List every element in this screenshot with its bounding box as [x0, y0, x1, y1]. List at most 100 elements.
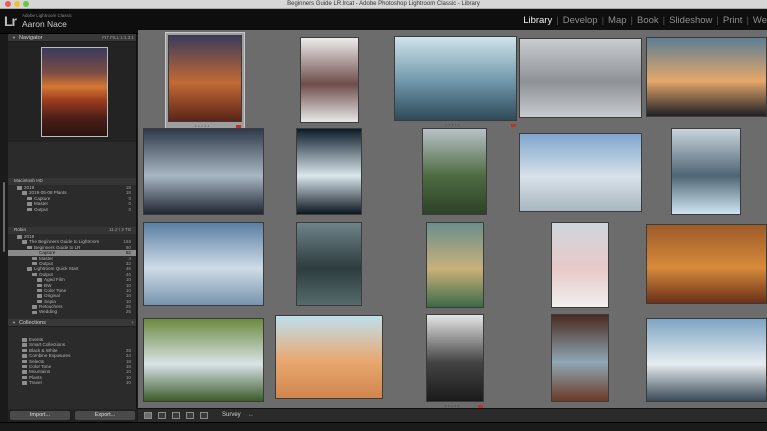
module-picker: Library | Develop | Map | Book | Slideshow | Print…	[523, 15, 767, 26]
volume-size: 11.2 / 2 TB	[108, 227, 131, 232]
navigator-header[interactable]: ▼ Navigator FIT FILL 1:1 3:1	[8, 34, 136, 42]
navigator-title: Navigator	[18, 35, 43, 41]
photo-thumbnail-aerial-snowy-trees[interactable]	[519, 38, 642, 118]
photo-thumbnail-coastal-cove[interactable]	[426, 222, 484, 308]
photo-thumbnail-black-white-tree[interactable]	[426, 314, 484, 402]
title-bar: Beginners Guide LR.lrcat - Adobe Photosh…	[0, 0, 767, 9]
folder-icon	[32, 310, 37, 314]
photo-thumbnail-rock-arch-lake[interactable]	[551, 314, 609, 402]
folder-icon	[22, 370, 27, 374]
left-panel-edge	[0, 34, 8, 431]
collection-row-label: Travel	[29, 380, 42, 386]
folder-icon	[22, 191, 27, 195]
folder-icon	[22, 348, 27, 353]
folder-row-label: 2019	[24, 234, 35, 239]
user-name: Aaron Nace	[22, 19, 67, 29]
photo-thumbnail-snowy-rock-outcrop[interactable]	[300, 37, 359, 123]
folder-icon	[22, 381, 27, 385]
collection-row[interactable]: Travel 10	[8, 380, 136, 386]
photo-thumbnail-frosted-trees-field[interactable]	[519, 133, 642, 212]
folder-icon	[22, 343, 27, 347]
collapse-triangle-icon: ▼	[12, 35, 16, 40]
folder-row-label: Output	[34, 206, 48, 212]
module-library[interactable]: Library	[523, 15, 552, 26]
folder-icon	[22, 359, 27, 364]
module-separator: |	[746, 15, 749, 26]
folder-icon	[32, 305, 37, 309]
folder-icon	[22, 240, 27, 244]
grid-view[interactable]: • • • • • • • • • • • • • • •	[138, 30, 767, 408]
module-print[interactable]: Print	[723, 15, 743, 26]
folder-row-label: Sepia	[44, 298, 56, 304]
navigator-zoom-options[interactable]: FIT FILL 1:1 3:1	[102, 34, 134, 42]
people-view-button[interactable]	[200, 412, 208, 419]
filmstrip-bar	[0, 422, 767, 431]
volume-macintosh-hd[interactable]: Macintosh HD	[8, 178, 136, 185]
folder-row-count: 0	[128, 206, 131, 212]
collection-row-label: Black & White	[29, 347, 58, 353]
add-collection-icon[interactable]: +	[131, 319, 134, 327]
folder-icon	[27, 196, 32, 201]
folder-icon	[37, 299, 42, 304]
folder-row[interactable]: Output 0	[8, 206, 136, 212]
import-button[interactable]: Import...	[10, 411, 70, 420]
photo-thumbnail-desert-sand-dunes[interactable]	[275, 315, 383, 399]
photo-thumbnail-haystack-rock-sunset[interactable]	[646, 37, 767, 117]
module-map[interactable]: Map	[608, 15, 626, 26]
sort-label[interactable]: Survey	[222, 411, 241, 420]
prev-next-icon[interactable]: ↔	[248, 411, 254, 420]
module-we[interactable]: We	[753, 15, 767, 26]
compare-view-button[interactable]	[172, 412, 180, 419]
photo-thumbnail-plitvice-waterfalls[interactable]	[143, 318, 264, 402]
photo-thumbnail-red-canyon-hoodoos[interactable]	[646, 224, 767, 304]
folder-icon	[37, 294, 42, 298]
loupe-view-button[interactable]	[158, 412, 166, 419]
export-button[interactable]: Export...	[75, 411, 135, 420]
photo-thumbnail-snowy-mountain-clouds[interactable]	[143, 222, 264, 306]
folder-row-label: 2019	[24, 185, 35, 190]
photo-thumbnail-icebergs-mountain[interactable]	[671, 128, 741, 215]
collection-row-label: Color Tone	[29, 363, 52, 369]
left-panel-scrollbar[interactable]	[3, 182, 5, 252]
photo-thumbnail-snowy-pines[interactable]	[551, 222, 609, 308]
color-label-badge[interactable]	[511, 124, 516, 127]
folder-row-label: BW	[44, 282, 52, 288]
collections-title: Collections	[18, 320, 46, 326]
collections-header[interactable]: ▼ Collections +	[8, 319, 136, 327]
photo-thumbnail-foggy-forest-sun-rays[interactable]	[394, 36, 517, 121]
survey-view-button[interactable]	[186, 412, 194, 419]
folder-row-label: Output	[39, 271, 53, 277]
photo-thumbnail-dark-mountain-peak[interactable]	[143, 128, 264, 215]
lightroom-window: Beginners Guide LR.lrcat - Adobe Photosh…	[0, 0, 767, 431]
module-develop[interactable]: Develop	[563, 15, 598, 26]
photo-thumbnail-snowy-mountain-range[interactable]	[646, 318, 767, 402]
module-separator: |	[716, 15, 719, 26]
photo-thumbnail-waterfall-cliffs[interactable]	[296, 222, 362, 306]
volume-name: Robin	[14, 227, 27, 232]
star-rating[interactable]: • • • • •	[446, 123, 461, 127]
lightroom-logo: Lr	[4, 13, 17, 29]
module-slideshow[interactable]: Slideshow	[669, 15, 712, 26]
collapse-triangle-icon: ▼	[12, 320, 16, 325]
module-separator: |	[556, 15, 559, 26]
navigator-thumbnail[interactable]	[41, 47, 108, 137]
folder-icon	[32, 256, 37, 261]
module-book[interactable]: Book	[637, 15, 659, 26]
navigator-preview[interactable]	[8, 42, 136, 142]
photo-thumbnail-desert-badlands-sunset[interactable]	[168, 35, 242, 122]
folder-icon	[32, 261, 37, 266]
folder-row-label: Output	[39, 260, 53, 266]
module-separator: |	[601, 15, 605, 26]
folder-row-label: 2019-05-08 Plants	[29, 190, 67, 196]
photo-thumbnail-misty-green-cliffs[interactable]	[422, 128, 487, 215]
folder-row[interactable]: Wedding 25	[8, 309, 136, 315]
folder-row-label: Wedding	[39, 309, 58, 315]
volume-name: Macintosh HD	[14, 178, 43, 183]
folder-row-label: Lightroom Quick Start	[34, 266, 79, 272]
grid-view-button[interactable]	[144, 412, 152, 419]
library-toolbar: Survey ↔	[138, 408, 767, 422]
volume-robin[interactable]: Robin 11.2 / 2 TB	[8, 227, 136, 234]
photo-thumbnail-black-white-ice[interactable]	[296, 128, 362, 215]
folder-icon	[17, 235, 22, 239]
folder-row-label: Aged Film	[44, 277, 65, 283]
